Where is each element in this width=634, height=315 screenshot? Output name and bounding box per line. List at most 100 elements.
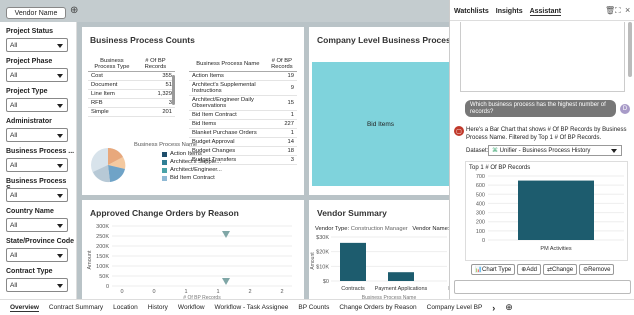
dataset-value: Unifier - Business Process History — [499, 147, 591, 154]
table-row[interactable]: Architect/Engineer Daily Observations 15 — [189, 95, 297, 111]
bar[interactable] — [388, 272, 414, 281]
table-row[interactable]: Bid Item Contract 1 — [189, 110, 297, 120]
button-label: Chart Type — [482, 266, 512, 273]
chart-type-button[interactable]: 📊 Chart Type — [470, 264, 516, 275]
filter-select[interactable]: All — [6, 128, 68, 142]
assistant-answer: Here's a Bar Chart that shows # Of BP Re… — [466, 127, 627, 141]
assistant-tab-insights[interactable]: Insights — [496, 8, 523, 16]
filter-select[interactable]: All — [6, 218, 68, 232]
tab-company-level-bp[interactable]: Company Level BP — [427, 304, 483, 312]
column-header[interactable]: # Of BP Records — [135, 57, 175, 72]
table-cell: 3 — [135, 98, 175, 108]
column-header[interactable]: Business Process Name — [189, 57, 267, 72]
add-button[interactable]: ⊕ Add — [517, 264, 541, 275]
add-tab-icon[interactable]: ⊕ — [70, 5, 78, 16]
filter-select[interactable]: All — [6, 188, 68, 202]
column-header[interactable]: Business Process Type — [88, 57, 136, 72]
filter-select[interactable]: All — [6, 98, 68, 112]
chevron-down-icon — [57, 134, 63, 138]
y-tick-label: 700 — [476, 174, 485, 180]
filter-select[interactable]: All — [6, 68, 68, 82]
table-cell: Cost — [88, 71, 136, 81]
user-question-bubble: Which business process has the highest n… — [465, 100, 616, 117]
table-cell: 1,329 — [135, 89, 175, 99]
chat-input[interactable] — [454, 280, 631, 294]
previous-response-card — [460, 22, 625, 92]
filter-select[interactable]: All — [6, 248, 68, 262]
y-tick-label: $10K — [316, 264, 329, 270]
chevron-right-icon[interactable]: › — [492, 303, 495, 313]
table-row[interactable]: Budget Approval 14 — [189, 137, 297, 147]
table-cell: 18 — [266, 146, 297, 156]
tab-history[interactable]: History — [148, 304, 168, 312]
tab-workflow[interactable]: Workflow — [178, 304, 205, 312]
table-row[interactable]: Line Item 1,329 — [88, 89, 175, 99]
tab-workflow-task-assignee[interactable]: Workflow - Task Assignee — [215, 304, 289, 312]
treemap-tile[interactable]: Bid Items — [312, 62, 449, 186]
add-page-icon[interactable]: ⊕ — [505, 302, 513, 313]
tab-change-orders-by-reason[interactable]: Change Orders by Reason — [339, 304, 416, 312]
tab-overview[interactable]: Overview — [10, 304, 39, 312]
bar[interactable] — [518, 180, 594, 240]
change-button[interactable]: ⇄ Change — [543, 264, 578, 275]
filter-select[interactable]: All — [6, 38, 68, 52]
y-tick-label: 600 — [476, 183, 485, 189]
scrollbar[interactable] — [628, 22, 632, 77]
y-tick-label: 50K — [99, 274, 109, 280]
data-point[interactable] — [222, 278, 230, 285]
bp-type-table: Business Process Type # Of BP Records Cost… — [88, 57, 175, 117]
expand-icon[interactable]: ⛶ — [615, 6, 621, 16]
table-row[interactable]: Document 51 — [88, 80, 175, 90]
remove-button[interactable]: ⊖ Remove — [579, 264, 615, 275]
filter-select[interactable]: All — [6, 278, 68, 292]
vendor-summary-panel: Vendor Summary Vendor Type: Construction… — [309, 200, 455, 299]
filter-value: All — [10, 41, 18, 49]
assistant-tab-watchlists[interactable]: Watchlists — [454, 8, 489, 16]
assistant-tab-assistant[interactable]: Assistant — [529, 8, 562, 16]
vendor-name-tab[interactable]: Vendor Name — [6, 7, 66, 19]
y-tick-label: 300 — [476, 211, 485, 217]
legend-item[interactable]: Action Items — [162, 151, 222, 157]
table-row[interactable]: RFB 3 — [88, 98, 175, 108]
filter-label: Country Name — [6, 208, 54, 215]
pie-legend-title: Business Process Name — [134, 142, 198, 148]
tab-location[interactable]: Location — [113, 304, 138, 312]
button-label: Add — [526, 266, 537, 273]
legend-item[interactable]: Architect's Supple... — [162, 159, 222, 165]
filter-select[interactable]: All — [6, 158, 68, 172]
table-scrollbar[interactable] — [172, 75, 175, 105]
dataset-select[interactable]: ⌘ Unifier - Business Process History — [488, 145, 622, 156]
filter-value: All — [10, 251, 18, 259]
bar[interactable] — [340, 242, 366, 281]
table-row[interactable]: Action Items 19 — [189, 71, 297, 81]
x-tick-label: 2 — [248, 289, 251, 295]
table-row[interactable]: Blanket Purchase Orders 1 — [189, 128, 297, 138]
table-row[interactable]: Cost 355 — [88, 71, 175, 81]
tab-bp-counts[interactable]: BP Counts — [298, 304, 329, 312]
trash-icon[interactable]: 🗑 — [605, 6, 615, 15]
x-tick-label: PM Activities — [540, 246, 571, 252]
table-row[interactable]: Bid Items 227 — [189, 119, 297, 129]
bp-name-table: Business Process Name # Of BP Records Acti… — [189, 57, 297, 165]
legend-item[interactable]: Architect/Engineer... — [162, 167, 222, 173]
tab-contract-summary[interactable]: Contract Summary — [49, 304, 103, 312]
column-header[interactable]: # Of BP Records — [266, 57, 297, 72]
table-cell: 355 — [135, 71, 175, 81]
assistant-panel: Watchlists Insights Assistant 🗑 ⛶ × Which … — [449, 0, 634, 299]
filter-label: Project Type — [6, 88, 48, 95]
table-cell: 1 — [266, 128, 297, 138]
y-tick-label: 150K — [96, 254, 109, 260]
table-row[interactable]: Architect's Supplemental Instructions 9 — [189, 80, 297, 96]
table-row[interactable]: Simple 201 — [88, 107, 175, 117]
close-icon[interactable]: × — [625, 5, 630, 15]
y-axis-label: Amount — [310, 252, 316, 270]
table-cell: 1 — [266, 110, 297, 120]
user-avatar: D — [620, 104, 630, 114]
chevron-down-icon — [57, 104, 63, 108]
legend-item[interactable]: Bid Item Contract — [162, 175, 222, 181]
data-point[interactable] — [222, 231, 230, 238]
table-cell: Action Items — [189, 71, 267, 81]
company-level-panel: Company Level Business Process Summ Bid … — [309, 27, 484, 195]
filter-panel: Project Status All Project Phase All Project… — [0, 22, 77, 299]
legend-swatch — [162, 151, 167, 157]
